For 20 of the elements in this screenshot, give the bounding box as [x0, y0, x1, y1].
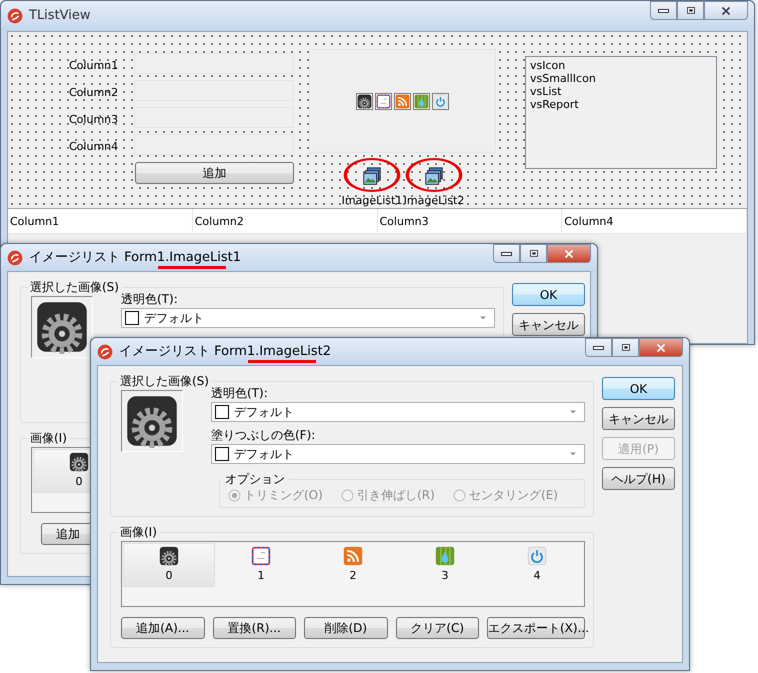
- group-label: 選択した画像(S): [119, 374, 210, 388]
- dropdown-value: デフォルト: [234, 446, 294, 463]
- field-label: Column1: [69, 58, 118, 74]
- group-label: 画像(I): [119, 525, 158, 539]
- field-label: 塗りつぶしの色(F):: [211, 427, 316, 444]
- component-label: ImageList1: [342, 193, 402, 209]
- window-title: TListView: [29, 7, 91, 26]
- field-label: 透明色(T):: [121, 291, 179, 308]
- group-label: オプション: [224, 472, 286, 486]
- group-label: 画像(I): [29, 431, 68, 445]
- dropdown-value: デフォルト: [144, 310, 204, 327]
- field-label: Column3: [69, 112, 118, 128]
- window-title: イメージリスト Form1.ImageList1: [29, 248, 241, 267]
- component-label: ImageList2: [404, 193, 464, 209]
- field-label: Column2: [69, 85, 118, 101]
- field-label: Column4: [69, 139, 118, 155]
- group-label: 選択した画像(S): [29, 280, 120, 294]
- window-title: イメージリスト Form1.ImageList2: [119, 342, 331, 361]
- field-label: 透明色(T):: [211, 385, 269, 402]
- dropdown-value: デフォルト: [234, 404, 294, 421]
